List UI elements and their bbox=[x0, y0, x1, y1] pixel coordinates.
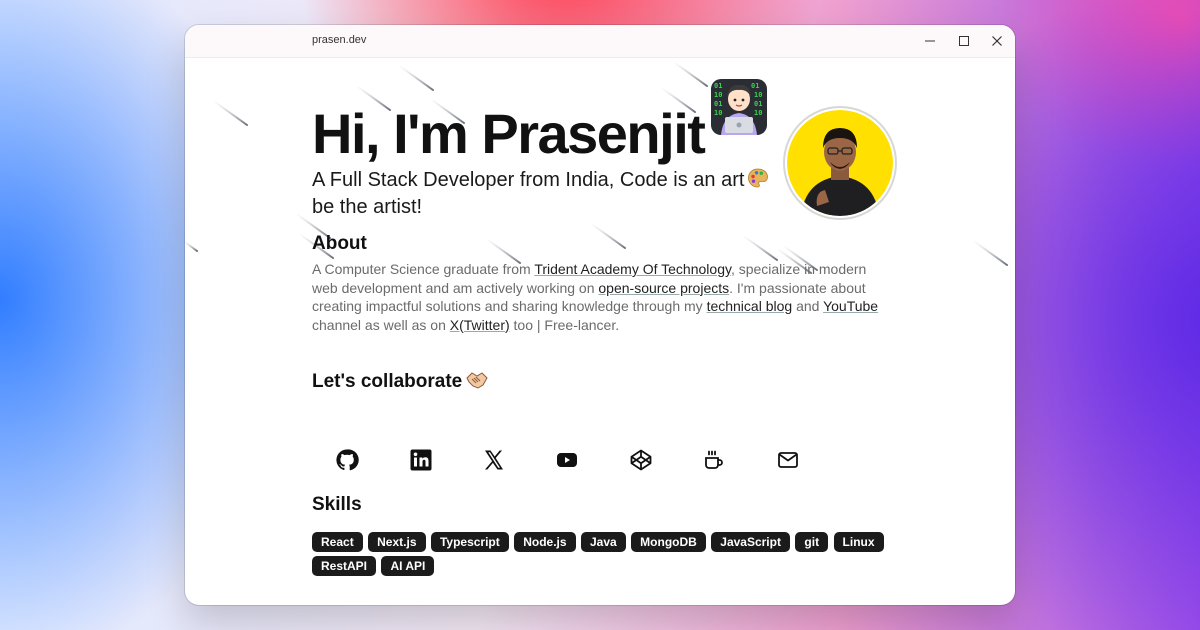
mail-icon bbox=[778, 452, 798, 468]
technologist-emoji: 01 01 10 10 01 01 10 10 bbox=[711, 79, 767, 135]
skill-tag-restapi: RestAPI bbox=[312, 556, 377, 576]
x-twitter-link[interactable] bbox=[479, 445, 509, 475]
maximize-button[interactable] bbox=[953, 31, 975, 51]
about-text-1: A Computer Science graduate from bbox=[312, 261, 535, 277]
about-text-4: and bbox=[792, 298, 824, 314]
linkedin-link[interactable] bbox=[406, 445, 436, 475]
skill-tag-typescript: Typescript bbox=[430, 532, 509, 552]
page-content: Hi, I'm Prasenjit 01 01 10 10 01 01 10 10 A … bbox=[185, 57, 1015, 605]
youtube-link[interactable] bbox=[552, 445, 582, 475]
svg-text:10: 10 bbox=[714, 109, 722, 117]
svg-text:01: 01 bbox=[714, 82, 722, 90]
svg-text:01: 01 bbox=[754, 100, 762, 108]
skills-list: React Next.js Typescript Node.js Java Mo… bbox=[312, 532, 912, 580]
buy-me-a-coffee-link[interactable] bbox=[699, 445, 729, 475]
about-heading: About bbox=[312, 233, 367, 254]
profile-avatar bbox=[783, 106, 897, 220]
svg-text:01: 01 bbox=[751, 82, 759, 90]
hero-subtitle-text: A Full Stack Developer from India, Code … bbox=[312, 169, 745, 191]
youtube-icon bbox=[557, 453, 577, 467]
collaborate-heading: Let's collaborate bbox=[312, 370, 488, 393]
palette-emoji bbox=[748, 168, 769, 188]
skills-heading: Skills bbox=[312, 494, 362, 515]
hero-heading: Hi, I'm Prasenjit bbox=[312, 102, 706, 165]
hero-subtitle-end: be the artist! bbox=[312, 196, 423, 218]
github-link[interactable] bbox=[332, 445, 362, 475]
link-twitter[interactable]: X(Twitter) bbox=[450, 317, 510, 333]
codepen-icon bbox=[630, 449, 652, 471]
link-technical-blog[interactable]: technical blog bbox=[707, 298, 793, 314]
browser-window: prasen.dev Hi, I'm Prasenjit 01 01 10 10… bbox=[185, 25, 1015, 605]
about-paragraph: A Computer Science graduate from Trident… bbox=[312, 260, 892, 334]
skill-tag-linux: Linux bbox=[833, 532, 884, 552]
svg-text:10: 10 bbox=[714, 91, 722, 99]
svg-text:01: 01 bbox=[714, 100, 722, 108]
linkedin-icon bbox=[410, 449, 432, 471]
about-text-6: too | Free-lancer. bbox=[509, 316, 620, 333]
skill-tag-nodejs: Node.js bbox=[514, 532, 576, 552]
hero-subtitle: A Full Stack Developer from India, Code … bbox=[312, 167, 782, 221]
skill-tag-git: git bbox=[795, 532, 829, 552]
email-link[interactable] bbox=[773, 445, 803, 475]
svg-text:10: 10 bbox=[754, 91, 762, 99]
window-title: prasen.dev bbox=[312, 34, 367, 46]
skill-tag-react: React bbox=[312, 532, 363, 552]
x-icon bbox=[485, 450, 503, 470]
skill-tag-ai-api: AI API bbox=[381, 556, 435, 576]
minimize-button[interactable] bbox=[919, 31, 941, 51]
github-icon bbox=[336, 449, 359, 471]
link-trident-academy[interactable]: Trident Academy Of Technology bbox=[534, 261, 731, 277]
link-youtube[interactable]: YouTube bbox=[823, 298, 878, 314]
skill-tag-nextjs: Next.js bbox=[368, 532, 426, 552]
coffee-icon bbox=[705, 450, 723, 469]
collaborate-heading-text: Let's collaborate bbox=[312, 371, 463, 392]
skill-tag-java: Java bbox=[581, 532, 626, 552]
title-bar: prasen.dev bbox=[185, 25, 1015, 58]
svg-text:10: 10 bbox=[754, 109, 762, 117]
link-open-source-projects[interactable]: open-source projects bbox=[598, 280, 729, 296]
skill-tag-javascript: JavaScript bbox=[711, 532, 790, 552]
close-button[interactable] bbox=[986, 31, 1008, 51]
about-text-5: channel as well as on bbox=[312, 316, 450, 333]
skill-tag-mongodb: MongoDB bbox=[631, 532, 706, 552]
handshake-emoji bbox=[466, 372, 488, 389]
codepen-link[interactable] bbox=[626, 445, 656, 475]
